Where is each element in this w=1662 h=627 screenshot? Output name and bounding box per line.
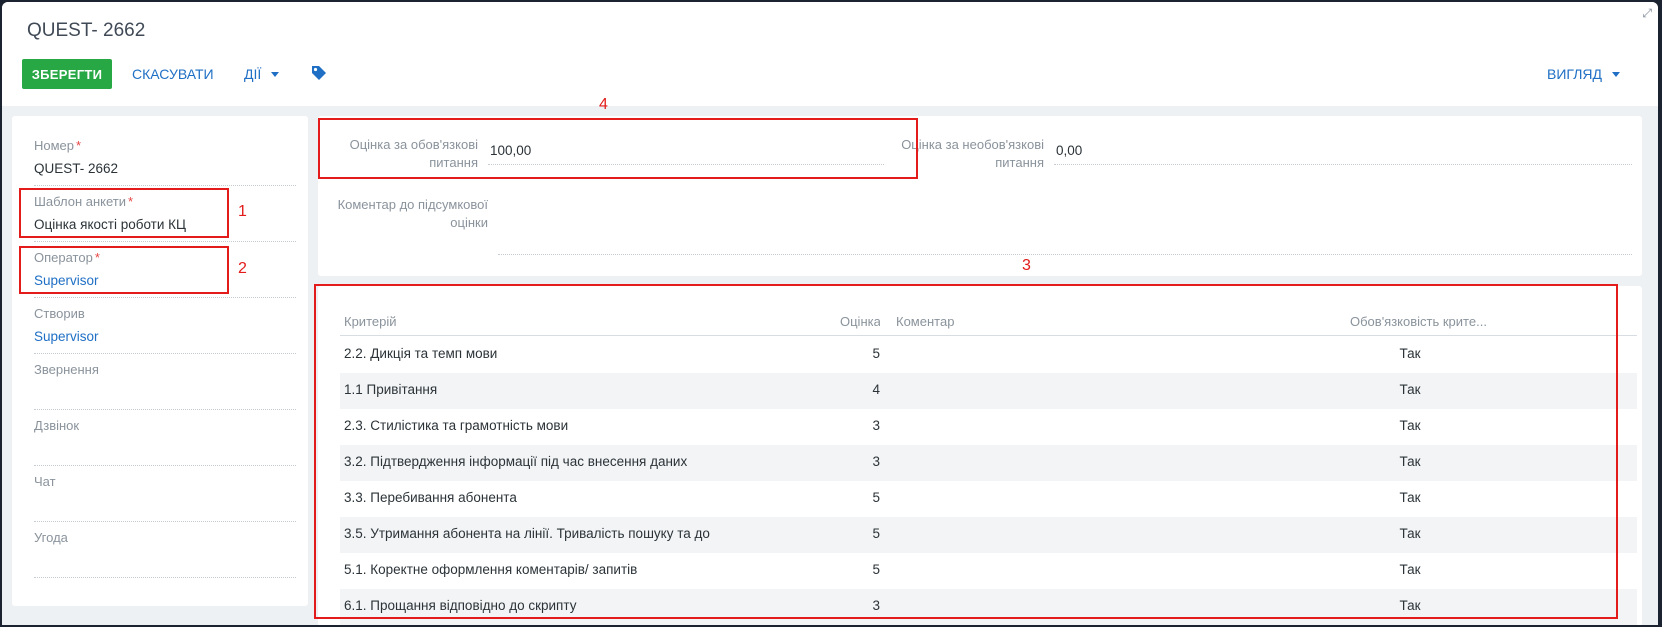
- request-label: Звернення: [34, 362, 99, 377]
- final-comment-field[interactable]: [498, 254, 1632, 255]
- annotation-box-1: [19, 188, 229, 238]
- call-label: Дзвінок: [34, 418, 80, 433]
- chevron-down-icon: [271, 71, 280, 77]
- actions-button[interactable]: ДІЇ: [244, 59, 280, 89]
- view-button[interactable]: ВИГЛЯД: [1547, 59, 1620, 89]
- number-label: Номер: [34, 138, 75, 153]
- final-comment-label: Коментар до підсумкової оцінки: [337, 197, 488, 230]
- annotation-number-1: 1: [238, 203, 247, 220]
- deal-label: Угода: [34, 530, 68, 545]
- chat-label: Чат: [34, 474, 56, 489]
- annotation-box-3: [314, 284, 1618, 619]
- number-value: QUEST- 2662: [34, 161, 119, 176]
- annotation-box-4: [318, 118, 918, 179]
- annotation-number-2: 2: [238, 260, 247, 277]
- cancel-label: СКАСУВАТИ: [132, 66, 214, 82]
- chevron-down-icon: [1611, 71, 1620, 77]
- call-field[interactable]: Дзвінок: [34, 418, 296, 466]
- required-mark: *: [76, 138, 82, 153]
- expand-icon[interactable]: ⤢: [1642, 6, 1652, 21]
- number-field[interactable]: Номер * QUEST- 2662: [34, 138, 296, 186]
- created-by-link[interactable]: Supervisor: [34, 329, 296, 347]
- request-field[interactable]: Звернення: [34, 362, 296, 410]
- annotation-box-2: [19, 246, 229, 294]
- save-button[interactable]: ЗБЕРЕГТИ: [22, 59, 112, 89]
- created-label: Створив: [34, 306, 85, 321]
- page-title: QUEST- 2662: [27, 20, 146, 41]
- actions-label: ДІЇ: [244, 66, 262, 82]
- annotation-number-4: 4: [599, 96, 608, 113]
- optional-score-value[interactable]: 0,00: [1056, 143, 1082, 158]
- chat-field[interactable]: Чат: [34, 474, 296, 522]
- cancel-button[interactable]: СКАСУВАТИ: [132, 59, 214, 89]
- deal-field[interactable]: Угода: [34, 530, 296, 578]
- view-label: ВИГЛЯД: [1547, 66, 1602, 82]
- created-by-field[interactable]: Створив Supervisor: [34, 306, 296, 354]
- annotation-number-3: 3: [1022, 257, 1031, 274]
- page-header: QUEST- 2662 ⤢ ЗБЕРЕГТИ СКАСУВАТИ ДІЇ ВИГ…: [2, 2, 1658, 106]
- tag-icon[interactable]: [310, 64, 328, 82]
